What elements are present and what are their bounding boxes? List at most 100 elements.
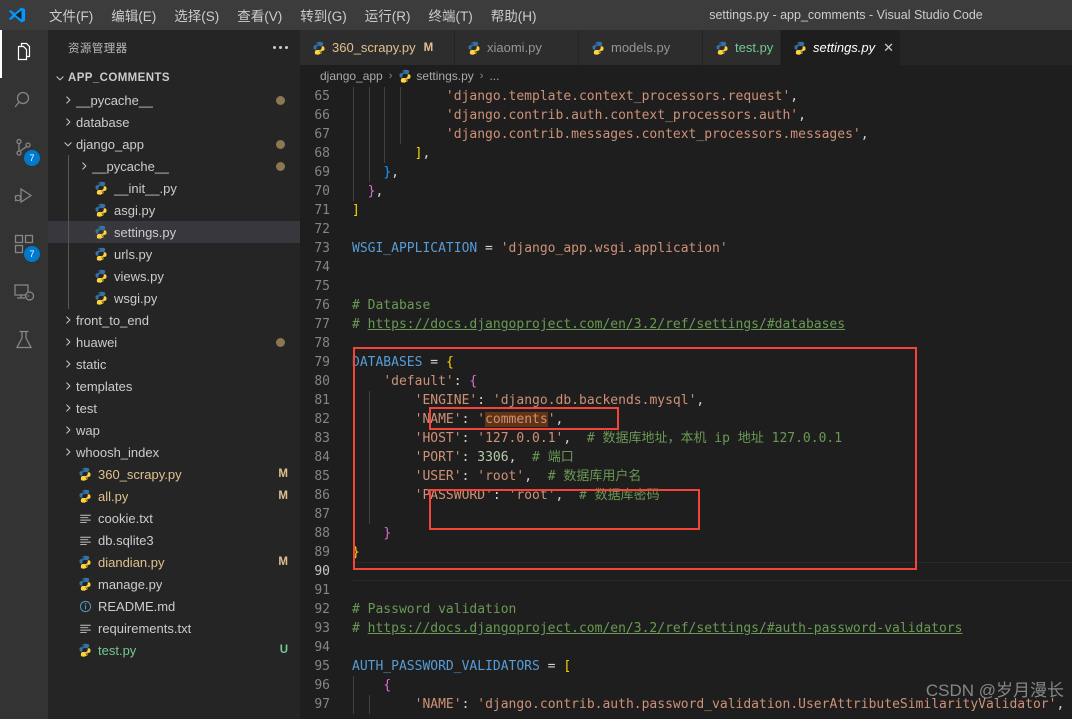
activity-search[interactable] xyxy=(0,78,48,126)
tab-360-scrapy-py[interactable]: 360_scrapy.py M xyxy=(300,30,455,65)
code-line[interactable]: 77 # https://docs.djangoproject.com/en/3.… xyxy=(300,315,1072,334)
tree-item-front-to-end[interactable]: front_to_end xyxy=(48,309,300,331)
tree-item-db-sqlite3[interactable]: db.sqlite3 xyxy=(48,529,300,551)
code-line[interactable]: 68 ], xyxy=(300,144,1072,163)
tree-item-diandian-py[interactable]: diandian.py M xyxy=(48,551,300,573)
tab-models-py[interactable]: models.py xyxy=(579,30,703,65)
tree-item-asgi-py[interactable]: asgi.py xyxy=(48,199,300,221)
code-line[interactable]: 96 { xyxy=(300,676,1072,695)
breadcrumb-item[interactable]: settings.py xyxy=(398,69,474,83)
menu-selection[interactable]: 选择(S) xyxy=(165,0,228,30)
menu-terminal[interactable]: 终端(T) xyxy=(420,0,482,30)
activity-run-debug[interactable] xyxy=(0,174,48,222)
code-line[interactable]: 93 # https://docs.djangoproject.com/en/3.… xyxy=(300,619,1072,638)
tab-test-py[interactable]: test.pyU xyxy=(703,30,790,65)
chevron-down-icon[interactable] xyxy=(52,67,68,89)
chevron-right-icon[interactable] xyxy=(76,155,92,177)
code-line[interactable]: 91 xyxy=(300,581,1072,600)
tree-item-urls-py[interactable]: urls.py xyxy=(48,243,300,265)
code-line[interactable]: 72 xyxy=(300,220,1072,239)
tree-item-huawei[interactable]: huawei xyxy=(48,331,300,353)
tree-item-manage-py[interactable]: manage.py xyxy=(48,573,300,595)
code-line[interactable]: 95 AUTH_PASSWORD_VALIDATORS = [ xyxy=(300,657,1072,676)
code-line[interactable]: 86 'PASSWORD': 'root', # 数据库密码 xyxy=(300,486,1072,505)
chevron-down-icon[interactable] xyxy=(60,133,76,155)
tree-root-app_comments[interactable]: APP_COMMENTS xyxy=(48,67,300,89)
code-line[interactable]: 89} xyxy=(300,543,1072,562)
editor-scrollbar[interactable] xyxy=(1058,87,1072,719)
tree-item-test-py[interactable]: test.py U xyxy=(48,639,300,661)
code-line[interactable]: 83 'HOST': '127.0.0.1', # 数据库地址，本机 ip 地址… xyxy=(300,429,1072,448)
chevron-right-icon[interactable] xyxy=(60,89,76,111)
code-line[interactable]: 82 'NAME': 'comments', xyxy=(300,410,1072,429)
breadcrumb-item[interactable]: django_app xyxy=(320,69,383,83)
menu-edit[interactable]: 编辑(E) xyxy=(102,0,165,30)
tree-item-360-scrapy-py[interactable]: 360_scrapy.py M xyxy=(48,463,300,485)
code-line[interactable]: 84 'PORT': 3306, # 端口 xyxy=(300,448,1072,467)
code-line[interactable]: 74 xyxy=(300,258,1072,277)
code-line[interactable]: 75 xyxy=(300,277,1072,296)
code-line[interactable]: 76 # Database xyxy=(300,296,1072,315)
activity-extensions[interactable]: 7 xyxy=(0,222,48,270)
chevron-right-icon[interactable] xyxy=(60,111,76,133)
tree-item-static[interactable]: static xyxy=(48,353,300,375)
code-line[interactable]: 94 xyxy=(300,638,1072,657)
tree-item-pycache[interactable]: __pycache__ xyxy=(48,155,300,177)
close-icon[interactable]: ✕ xyxy=(883,40,894,56)
tree-item-django-app[interactable]: django_app xyxy=(48,133,300,155)
code-line[interactable]: 70 }, xyxy=(300,182,1072,201)
menu-go[interactable]: 转到(G) xyxy=(291,0,356,30)
tab-xiaomi-py[interactable]: xiaomi.py xyxy=(455,30,579,65)
code-line[interactable]: 88 } xyxy=(300,524,1072,543)
code-line[interactable]: 90 xyxy=(300,562,1072,581)
chevron-right-icon[interactable] xyxy=(60,353,76,375)
tree-item-all-py[interactable]: all.py M xyxy=(48,485,300,507)
tree-item-settings-py[interactable]: settings.py xyxy=(48,221,300,243)
chevron-right-icon[interactable] xyxy=(60,331,76,353)
chevron-right-icon[interactable] xyxy=(60,309,76,331)
breadcrumb-item[interactable]: ... xyxy=(489,69,499,83)
menu-view[interactable]: 查看(V) xyxy=(228,0,291,30)
code-line[interactable]: 71] xyxy=(300,201,1072,220)
activity-testing[interactable] xyxy=(0,318,48,366)
tree-item-wap[interactable]: wap xyxy=(48,419,300,441)
code-line[interactable]: 87 xyxy=(300,505,1072,524)
menu-run[interactable]: 运行(R) xyxy=(356,0,420,30)
tree-item-requirements-txt[interactable]: requirements.txt xyxy=(48,617,300,639)
code-line[interactable]: 85 'USER': 'root', # 数据库用户名 xyxy=(300,467,1072,486)
tree-item-cookie-txt[interactable]: cookie.txt xyxy=(48,507,300,529)
tree-item-pycache[interactable]: __pycache__ xyxy=(48,89,300,111)
menu-file[interactable]: 文件(F) xyxy=(40,0,102,30)
chevron-right-icon[interactable] xyxy=(60,375,76,397)
activity-source-control[interactable]: 7 xyxy=(0,126,48,174)
tree-item-readme-md[interactable]: README.md xyxy=(48,595,300,617)
tree-item-templates[interactable]: templates xyxy=(48,375,300,397)
code-line[interactable]: 79 DATABASES = { xyxy=(300,353,1072,372)
code-line[interactable]: 66 'django.contrib.auth.context_processo… xyxy=(300,106,1072,125)
tree-item-database[interactable]: database xyxy=(48,111,300,133)
tree-item-init-py[interactable]: __init__.py xyxy=(48,177,300,199)
code-line[interactable]: 73 WSGI_APPLICATION = 'django_app.wsgi.ap… xyxy=(300,239,1072,258)
code-line[interactable]: 80 'default': { xyxy=(300,372,1072,391)
activity-explorer[interactable] xyxy=(0,30,48,78)
code-line[interactable]: 78 xyxy=(300,334,1072,353)
code-line[interactable]: 97 'NAME': 'django.contrib.auth.password… xyxy=(300,695,1072,714)
code-editor[interactable]: 65 'django.template.context_processors.r… xyxy=(300,87,1072,719)
code-line[interactable]: 81 'ENGINE': 'django.db.backends.mysql', xyxy=(300,391,1072,410)
tab-settings-py[interactable]: settings.py ✕ xyxy=(781,30,901,65)
tree-item-test[interactable]: test xyxy=(48,397,300,419)
code-line[interactable]: 92 # Password validation xyxy=(300,600,1072,619)
menu-help[interactable]: 帮助(H) xyxy=(482,0,546,30)
ellipsis-icon[interactable] xyxy=(273,46,288,49)
code-line[interactable]: 69 }, xyxy=(300,163,1072,182)
tree-item-wsgi-py[interactable]: wsgi.py xyxy=(48,287,300,309)
activity-remote[interactable]: >_ xyxy=(0,270,48,318)
code-line[interactable]: 67 'django.contrib.messages.context_proc… xyxy=(300,125,1072,144)
tree-item-whoosh-index[interactable]: whoosh_index xyxy=(48,441,300,463)
chevron-right-icon[interactable] xyxy=(60,419,76,441)
chevron-right-icon[interactable] xyxy=(60,397,76,419)
chevron-right-icon[interactable] xyxy=(60,441,76,463)
code-line[interactable]: 65 'django.template.context_processors.r… xyxy=(300,87,1072,106)
tree-item-views-py[interactable]: views.py xyxy=(48,265,300,287)
